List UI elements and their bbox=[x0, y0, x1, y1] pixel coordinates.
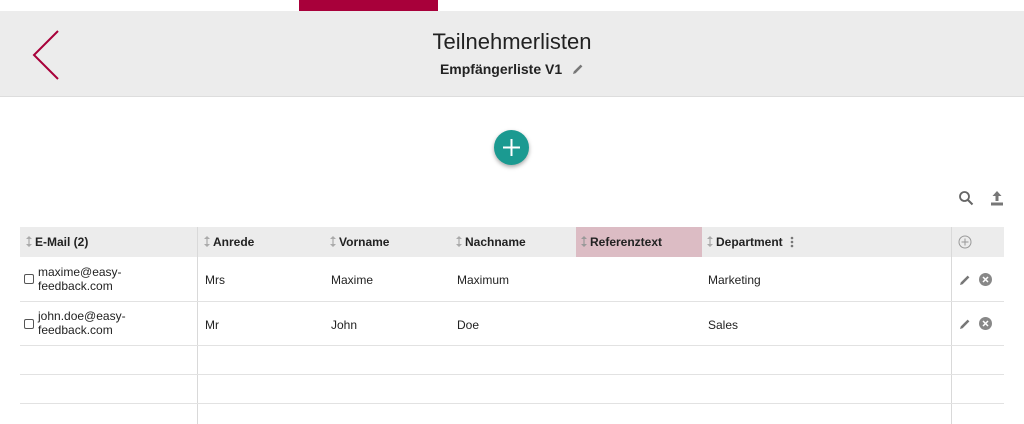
anrede-cell: Mrs bbox=[205, 273, 225, 287]
add-participant-button[interactable] bbox=[494, 130, 529, 165]
vorname-cell: John bbox=[331, 318, 358, 332]
row-divider bbox=[20, 403, 1004, 404]
pencil-icon bbox=[960, 275, 970, 285]
upload-icon bbox=[991, 191, 1003, 206]
pencil-icon bbox=[573, 64, 583, 75]
column-header-email[interactable]: E-Mail (2) bbox=[26, 227, 88, 257]
row-checkbox[interactable] bbox=[24, 319, 34, 329]
row-divider bbox=[20, 301, 1004, 302]
column-menu-icon[interactable] bbox=[790, 236, 794, 248]
column-divider bbox=[951, 227, 952, 424]
column-header-department[interactable]: Department bbox=[707, 227, 794, 257]
table-header: E-Mail (2) Anrede Vorname Nachname Refer… bbox=[20, 227, 1004, 257]
row-checkbox[interactable] bbox=[24, 274, 34, 284]
page-header: Teilnehmerlisten Empfängerliste V1 bbox=[0, 11, 1024, 97]
edit-row-button[interactable] bbox=[959, 317, 971, 335]
list-name-row: Empfängerliste V1 bbox=[0, 61, 1024, 78]
sort-icon bbox=[330, 236, 336, 248]
edit-row-button[interactable] bbox=[959, 273, 971, 291]
vorname-cell: Maxime bbox=[331, 273, 374, 287]
edit-list-name-button[interactable] bbox=[572, 62, 584, 78]
row-divider bbox=[20, 374, 1004, 375]
page-title: Teilnehmerlisten bbox=[432, 29, 592, 54]
row-divider bbox=[20, 345, 1004, 346]
anrede-cell: Mr bbox=[205, 318, 219, 332]
column-divider bbox=[197, 227, 198, 424]
close-circle-icon bbox=[979, 273, 992, 286]
sort-icon bbox=[581, 236, 587, 248]
list-name: Empfängerliste V1 bbox=[439, 61, 563, 77]
email-cell: john.doe@easy- feedback.com bbox=[38, 309, 126, 337]
top-strip bbox=[0, 0, 1024, 11]
sort-icon bbox=[204, 236, 210, 248]
search-icon bbox=[959, 191, 974, 206]
plus-circle-icon bbox=[958, 235, 972, 249]
search-button[interactable] bbox=[958, 190, 974, 211]
sort-icon bbox=[707, 236, 713, 248]
sort-icon bbox=[456, 236, 462, 248]
department-cell: Marketing bbox=[708, 273, 761, 287]
sort-icon bbox=[26, 236, 32, 248]
pencil-icon bbox=[960, 319, 970, 329]
add-column-button[interactable] bbox=[958, 227, 972, 257]
upload-button[interactable] bbox=[989, 190, 1005, 212]
column-header-referenztext[interactable]: Referenztext bbox=[576, 227, 702, 257]
active-tab-indicator bbox=[299, 0, 438, 11]
email-cell: maxime@easy- feedback.com bbox=[38, 265, 122, 293]
nachname-cell: Doe bbox=[457, 318, 480, 332]
column-header-vorname[interactable]: Vorname bbox=[330, 227, 389, 257]
delete-row-button[interactable] bbox=[979, 317, 992, 335]
department-cell: Sales bbox=[708, 318, 739, 332]
plus-icon bbox=[503, 139, 520, 156]
close-circle-icon bbox=[979, 317, 992, 330]
column-header-anrede[interactable]: Anrede bbox=[204, 227, 254, 257]
nachname-cell: Maximum bbox=[457, 273, 510, 287]
delete-row-button[interactable] bbox=[979, 273, 992, 291]
column-header-nachname[interactable]: Nachname bbox=[456, 227, 526, 257]
